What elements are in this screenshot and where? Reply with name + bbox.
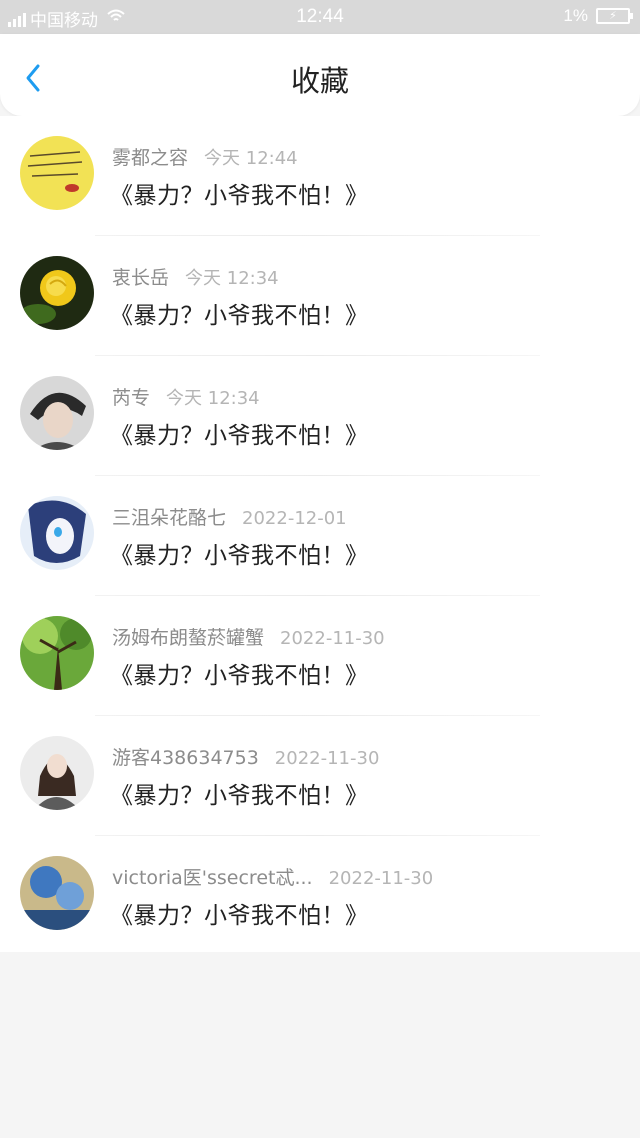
status-time: 12:44 [296,6,344,27]
avatar [20,136,94,210]
favorite-title: 《暴力？小爷我不怕！》 [110,303,369,329]
user-name: victoria医'ssecret忒... [112,867,313,889]
list-item[interactable]: victoria医'ssecret忒... 2022-11-30 《暴力？小爷我不… [0,836,640,956]
favorite-title: 《暴力？小爷我不怕！》 [110,783,369,809]
battery-icon: ⚡ [596,8,633,24]
timestamp: 2022-11-30 [280,628,385,649]
user-name: 三沮朵花酪七 [112,507,227,529]
timestamp: 2022-12-01 [242,508,347,529]
avatar [20,616,94,690]
timestamp: 今天 12:44 [204,148,298,169]
list-item[interactable]: 芮专 今天 12:34 《暴力？小爷我不怕！》 [0,356,640,476]
favorite-title: 《暴力？小爷我不怕！》 [110,423,369,449]
avatar [20,376,94,450]
timestamp: 2022-11-30 [328,868,434,889]
user-name: 雾都之容 [112,147,189,169]
avatar [20,736,94,810]
battery-percent: 1% [563,6,588,25]
favorites-list: 雾都之容 今天 12:44 《暴力？小爷我不怕！》 衷长岳 今天 12:34 《暴力… [0,116,640,952]
status-bar: 中国移动 12:44 1% ⚡ [0,0,640,34]
list-item[interactable]: 雾都之容 今天 12:44 《暴力？小爷我不怕！》 [0,116,640,236]
user-name: 游客438634753 [112,747,259,769]
favorite-title: 《暴力？小爷我不怕！》 [110,543,369,569]
timestamp: 今天 12:34 [166,388,260,409]
list-item[interactable]: 汤姆布朗螯菸罐蟹 2022-11-30 《暴力？小爷我不怕！》 [0,596,640,716]
list-item[interactable]: 游客438634753 2022-11-30 《暴力？小爷我不怕！》 [0,716,640,836]
favorite-title: 《暴力？小爷我不怕！》 [110,183,369,209]
nav-bar: 收藏 [0,34,640,116]
user-name: 芮专 [112,387,151,409]
list-item[interactable]: 衷长岳 今天 12:34 《暴力？小爷我不怕！》 [0,236,640,356]
page-title: 收藏 [290,64,349,98]
avatar [20,496,94,570]
avatar [20,856,94,930]
timestamp: 2022-11-30 [274,748,380,769]
avatar [20,256,94,330]
list-item[interactable]: 三沮朵花酪七 2022-12-01 《暴力？小爷我不怕！》 [0,476,640,596]
user-name: 汤姆布朗螯菸罐蟹 [112,627,265,649]
favorite-title: 《暴力？小爷我不怕！》 [110,663,369,689]
favorite-title: 《暴力？小爷我不怕！》 [110,903,369,929]
timestamp: 今天 12:34 [185,268,279,289]
user-name: 衷长岳 [112,267,170,289]
status-right: 1% ⚡ [563,6,633,26]
